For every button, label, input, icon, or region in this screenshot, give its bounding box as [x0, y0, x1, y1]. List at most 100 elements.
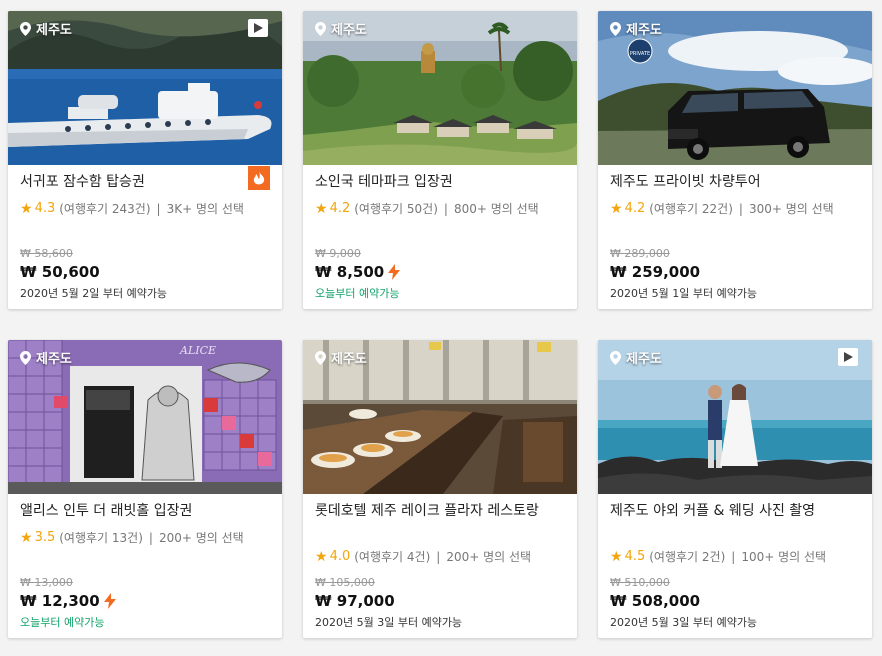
play-icon	[844, 352, 853, 362]
location-text: 제주도	[331, 352, 367, 367]
availability-text: 2020년 5월 2일 부터 예약가능	[20, 287, 168, 300]
alice-sign-text: ALICE	[179, 344, 216, 357]
product-thumbnail[interactable]: PRIVATE 제주도	[598, 11, 872, 165]
product-title[interactable]: 제주도 프라이빗 차량투어	[610, 173, 860, 192]
map-pin-icon	[610, 350, 621, 365]
lightning-bolt-icon	[103, 593, 116, 609]
selection-count: 200+ 명의 선택	[158, 531, 244, 545]
star-icon: ★	[20, 529, 33, 546]
location-label: 제주도	[20, 19, 72, 38]
original-price: ₩ 105,000	[315, 576, 375, 589]
availability-text: 2020년 5월 3일 부터 예약가능	[315, 616, 463, 629]
star-icon: ★	[610, 548, 623, 565]
play-icon	[254, 23, 263, 33]
rating-row: ★ 4.2 (여행후기 22건) | 300+ 명의 선택	[610, 200, 860, 217]
location-label: 제주도	[315, 348, 367, 367]
availability-text: 오늘부터 예약가능	[315, 287, 400, 300]
product-card[interactable]: 제주도 롯데호텔 제주 레이크 플라자 레스토랑 ★ 4.0 (여행후기 4건)…	[303, 340, 577, 638]
location-label: 제주도	[20, 348, 72, 367]
rating-score: 4.2	[624, 201, 646, 216]
separator: |	[443, 201, 448, 216]
product-card[interactable]: ALICE 제주도 앨리스 인투 더 래빗홀 입장권 ★ 3.5 (여행후기 1…	[8, 340, 282, 638]
location-text: 제주도	[626, 352, 662, 367]
location-text: 제주도	[36, 352, 72, 367]
original-price: ₩ 9,000	[315, 247, 361, 260]
map-pin-icon	[20, 350, 31, 365]
original-price: ₩ 58,600	[20, 247, 73, 260]
selection-count: 200+ 명의 선택	[446, 550, 532, 564]
map-pin-icon	[610, 21, 621, 36]
video-badge[interactable]	[248, 19, 268, 37]
star-icon: ★	[315, 548, 328, 565]
rating-row: ★ 4.2 (여행후기 50건) | 800+ 명의 선택	[315, 200, 565, 217]
sale-price-row: ₩ 259,000	[610, 263, 860, 281]
product-thumbnail[interactable]: 제주도	[598, 340, 872, 494]
original-price: ₩ 510,000	[610, 576, 670, 589]
review-count: (여행후기 4건)	[354, 550, 431, 564]
lightning-bolt-icon	[388, 264, 401, 280]
sale-price-row: ₩ 8,500	[315, 263, 565, 281]
sale-price: ₩ 97,000	[315, 592, 395, 610]
product-title[interactable]: 앨리스 인투 더 래빗홀 입장권	[20, 502, 270, 521]
sale-price: ₩ 508,000	[610, 592, 701, 610]
product-thumbnail[interactable]: 제주도	[8, 11, 282, 165]
availability-text: 2020년 5월 1일 부터 예약가능	[610, 287, 758, 300]
product-thumbnail[interactable]: 제주도	[303, 340, 577, 494]
sale-price-row: ₩ 50,600	[20, 263, 270, 281]
sale-price: ₩ 8,500	[315, 263, 385, 281]
original-price: ₩ 289,000	[610, 247, 670, 260]
sale-price-row: ₩ 508,000	[610, 592, 860, 610]
private-badge-text: PRIVATE	[630, 51, 650, 57]
product-title[interactable]: 롯데호텔 제주 레이크 플라자 레스토랑	[315, 502, 565, 540]
separator: |	[731, 549, 736, 564]
selection-count: 300+ 명의 선택	[748, 202, 834, 216]
review-count: (여행후기 13건)	[59, 531, 143, 545]
rating-score: 4.2	[329, 201, 351, 216]
separator: |	[436, 549, 441, 564]
rating-row: ★ 3.5 (여행후기 13건) | 200+ 명의 선택	[20, 529, 270, 546]
product-thumbnail[interactable]: ALICE 제주도	[8, 340, 282, 494]
star-icon: ★	[610, 200, 623, 217]
map-pin-icon	[315, 350, 326, 365]
product-thumbnail[interactable]: 제주도	[303, 11, 577, 165]
sale-price-row: ₩ 97,000	[315, 592, 565, 610]
map-pin-icon	[20, 21, 31, 36]
rating-row: ★ 4.3 (여행후기 243건) | 3K+ 명의 선택	[20, 200, 270, 217]
location-text: 제주도	[331, 23, 367, 38]
star-icon: ★	[20, 200, 33, 217]
rating-score: 4.3	[34, 201, 56, 216]
selection-count: 3K+ 명의 선택	[166, 202, 244, 216]
product-card[interactable]: 제주도 서귀포 잠수함 탑승권 ★ 4.3 (여행후기 243건) | 3K+ …	[8, 11, 282, 309]
review-count: (여행후기 22건)	[649, 202, 733, 216]
availability-text: 2020년 5월 3일 부터 예약가능	[610, 616, 758, 629]
availability-text: 오늘부터 예약가능	[20, 616, 105, 629]
location-text: 제주도	[626, 23, 662, 38]
rating-score: 4.0	[329, 549, 351, 564]
original-price: ₩ 13,000	[20, 576, 73, 589]
product-card[interactable]: 제주도 소인국 테마파크 입장권 ★ 4.2 (여행후기 50건) | 800+…	[303, 11, 577, 309]
sale-price: ₩ 50,600	[20, 263, 100, 281]
location-text: 제주도	[36, 23, 72, 38]
star-icon: ★	[315, 200, 328, 217]
video-badge[interactable]	[838, 348, 858, 366]
rating-row: ★ 4.0 (여행후기 4건) | 200+ 명의 선택	[315, 548, 565, 565]
selection-count: 100+ 명의 선택	[741, 550, 827, 564]
rating-score: 4.5	[624, 549, 646, 564]
product-title[interactable]: 소인국 테마파크 입장권	[315, 173, 565, 192]
rating-score: 3.5	[34, 530, 56, 545]
sale-price: ₩ 259,000	[610, 263, 701, 281]
location-label: 제주도	[315, 19, 367, 38]
product-title[interactable]: 서귀포 잠수함 탑승권	[20, 173, 270, 192]
product-card[interactable]: PRIVATE 제주도 제주도 프라이빗 차량투어 ★ 4.2 (여행후기 22…	[598, 11, 872, 309]
product-card[interactable]: 제주도 제주도 야외 커플 & 웨딩 사진 촬영 ★ 4.5 (여행후기 2건)…	[598, 340, 872, 638]
review-count: (여행후기 50건)	[354, 202, 438, 216]
map-pin-icon	[315, 21, 326, 36]
selection-count: 800+ 명의 선택	[453, 202, 539, 216]
separator: |	[148, 530, 153, 545]
review-count: (여행후기 243건)	[59, 202, 151, 216]
product-title[interactable]: 제주도 야외 커플 & 웨딩 사진 촬영	[610, 502, 860, 540]
separator: |	[738, 201, 743, 216]
location-label: 제주도	[610, 19, 662, 38]
sale-price: ₩ 12,300	[20, 592, 100, 610]
location-label: 제주도	[610, 348, 662, 367]
